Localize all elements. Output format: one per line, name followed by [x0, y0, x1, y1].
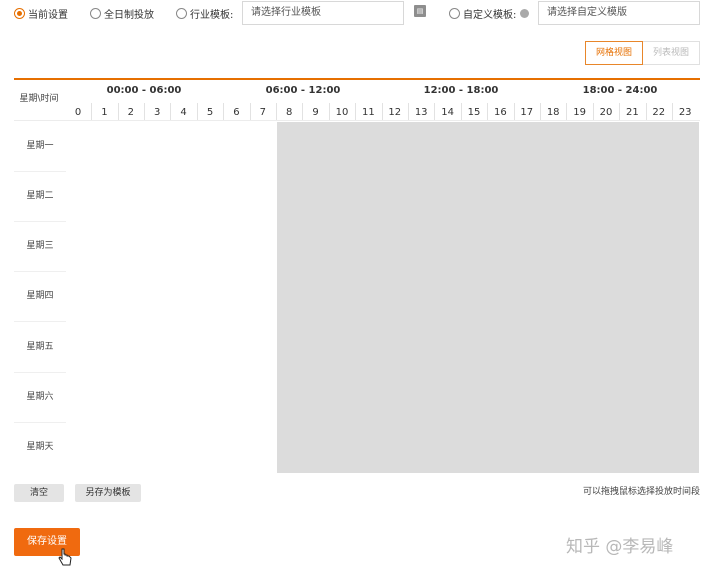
day-label-sun[interactable]: 星期天 — [14, 427, 66, 467]
row-divider — [14, 171, 66, 172]
custom-template-placeholder: 请选择自定义模版 — [547, 7, 627, 18]
industry-template-placeholder: 请选择行业模板 — [251, 7, 321, 18]
clear-button-label: 清空 — [29, 488, 48, 498]
hour-tick — [144, 103, 145, 120]
hour-tick — [646, 103, 647, 120]
hour-label[interactable]: 4 — [174, 107, 194, 118]
hour-tick — [540, 103, 541, 120]
hour-tick — [276, 103, 277, 120]
hour-tick — [302, 103, 303, 120]
hour-label[interactable]: 0 — [68, 107, 88, 118]
hour-tick — [408, 103, 409, 120]
hour-tick — [170, 103, 171, 120]
hour-tick — [250, 103, 251, 120]
hour-tick — [566, 103, 567, 120]
time-group-header: 12:00 - 18:00 — [423, 85, 499, 96]
hour-tick — [118, 103, 119, 120]
radio-icon — [449, 7, 460, 19]
row-divider — [14, 271, 66, 272]
clear-button[interactable]: 清空 — [14, 484, 64, 502]
radio-all-day-label: 全日制投放 — [104, 9, 154, 21]
hour-label[interactable]: 13 — [411, 107, 431, 118]
hour-tick — [487, 103, 488, 120]
hand-cursor-icon — [58, 548, 72, 566]
day-label-sat[interactable]: 星期六 — [14, 377, 66, 417]
grid-view-label: 网格视图 — [595, 48, 632, 58]
hour-tick — [329, 103, 330, 120]
list-view-button[interactable]: 列表视图 — [643, 41, 700, 65]
hour-label[interactable]: 22 — [649, 107, 669, 118]
hour-label[interactable]: 1 — [94, 107, 114, 118]
save-settings-label: 保存设置 — [27, 536, 67, 547]
hour-tick — [514, 103, 515, 120]
radio-selected-icon — [14, 7, 25, 19]
hour-tick — [434, 103, 435, 120]
corner-label: 星期\时间 — [19, 94, 59, 104]
hour-tick — [223, 103, 224, 120]
hour-label[interactable]: 11 — [358, 107, 378, 118]
hour-tick — [197, 103, 198, 120]
radio-industry-template[interactable]: 行业模板: — [176, 4, 233, 22]
header-divider — [14, 120, 700, 121]
selected-time-range[interactable] — [277, 122, 699, 473]
hour-label[interactable]: 20 — [596, 107, 616, 118]
radio-icon — [176, 7, 187, 19]
hour-tick — [91, 103, 92, 120]
radio-custom-template[interactable]: 自定义模板: — [449, 4, 516, 22]
day-label-tue[interactable]: 星期二 — [14, 176, 66, 216]
hour-tick — [461, 103, 462, 120]
hour-label[interactable]: 7 — [253, 107, 273, 118]
hour-label[interactable]: 14 — [438, 107, 458, 118]
radio-icon — [90, 7, 101, 19]
list-view-label: 列表视图 — [652, 48, 689, 58]
time-group-header: 06:00 - 12:00 — [265, 85, 341, 96]
hour-label[interactable]: 21 — [622, 107, 642, 118]
save-as-template-label: 另存为模板 — [85, 488, 131, 498]
time-group-header: 00:00 - 06:00 — [106, 85, 182, 96]
day-label-thu[interactable]: 星期四 — [14, 276, 66, 316]
save-as-template-button[interactable]: 另存为模板 — [75, 484, 141, 502]
radio-current-label: 当前设置 — [28, 9, 68, 21]
drag-hint-text: 可以拖拽鼠标选择投放时间段 — [582, 487, 700, 497]
row-divider — [14, 221, 66, 222]
row-divider — [14, 372, 66, 373]
radio-all-day[interactable]: 全日制投放 — [90, 4, 154, 22]
watermark: 知乎 @李易峰 — [566, 537, 674, 557]
hour-label[interactable]: 10 — [332, 107, 352, 118]
help-icon[interactable] — [520, 9, 529, 18]
row-divider — [14, 422, 66, 423]
hour-label[interactable]: 19 — [570, 107, 590, 118]
hour-tick — [672, 103, 673, 120]
radio-industry-label: 行业模板: — [190, 9, 234, 21]
hour-tick — [382, 103, 383, 120]
radio-current-settings[interactable]: 当前设置 — [14, 4, 68, 22]
hour-tick — [619, 103, 620, 120]
industry-template-select[interactable]: 请选择行业模板 — [242, 1, 404, 25]
time-group-header: 18:00 - 24:00 — [582, 85, 658, 96]
hour-label[interactable]: 9 — [306, 107, 326, 118]
hour-label[interactable]: 15 — [464, 107, 484, 118]
hour-label[interactable]: 12 — [385, 107, 405, 118]
grid-view-button[interactable]: 网格视图 — [585, 41, 643, 65]
hour-label[interactable]: 6 — [226, 107, 246, 118]
radio-custom-label: 自定义模板: — [463, 9, 517, 21]
template-icon[interactable]: ▤ — [414, 5, 426, 17]
hour-label[interactable]: 2 — [121, 107, 141, 118]
day-label-fri[interactable]: 星期五 — [14, 327, 66, 367]
hour-tick — [593, 103, 594, 120]
hour-tick — [355, 103, 356, 120]
hour-label[interactable]: 5 — [200, 107, 220, 118]
hour-label[interactable]: 17 — [517, 107, 537, 118]
row-divider — [14, 321, 66, 322]
custom-template-select[interactable]: 请选择自定义模版 — [538, 1, 700, 25]
day-label-wed[interactable]: 星期三 — [14, 226, 66, 266]
hour-label[interactable]: 18 — [543, 107, 563, 118]
hour-label[interactable]: 23 — [675, 107, 695, 118]
hour-label[interactable]: 8 — [279, 107, 299, 118]
hour-label[interactable]: 16 — [490, 107, 510, 118]
day-label-mon[interactable]: 星期一 — [14, 126, 66, 166]
hour-label[interactable]: 3 — [147, 107, 167, 118]
